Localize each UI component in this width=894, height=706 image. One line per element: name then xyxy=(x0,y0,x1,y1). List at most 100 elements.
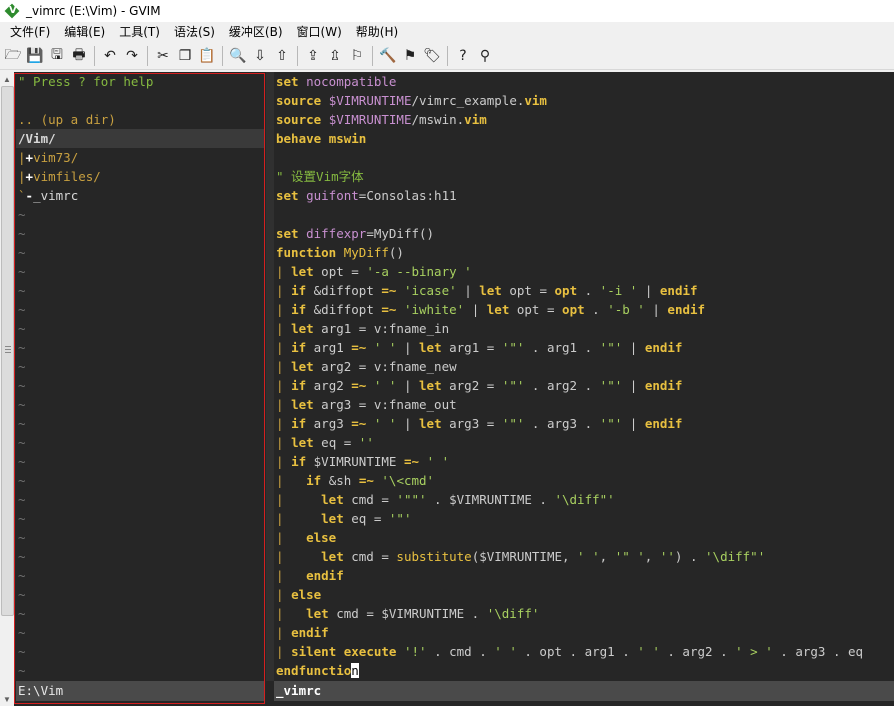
code-text: eq = xyxy=(343,511,389,526)
keyword-token: let xyxy=(321,511,344,526)
menu-item[interactable]: 文件(F) xyxy=(3,22,57,42)
copy-button[interactable]: ❐ xyxy=(174,45,196,67)
string-token: '" ' xyxy=(614,549,645,564)
find-replace-button[interactable]: 🔍 xyxy=(227,45,249,67)
empty-line-marker: ~ xyxy=(16,376,265,395)
keyword-token: if xyxy=(291,454,307,469)
help-hint: " Press ? for help xyxy=(16,72,265,91)
keyword-token: let xyxy=(291,321,314,336)
fold-bar: | xyxy=(276,549,322,564)
redo-icon: ↷ xyxy=(126,47,138,64)
vertical-scrollbar[interactable]: ▲ ▼ xyxy=(0,72,14,706)
keyword-token: endif xyxy=(659,283,698,298)
empty-line-marker: ~ xyxy=(16,262,265,281)
menu-item[interactable]: 工具(T) xyxy=(112,22,167,42)
print-button[interactable]: 🖶 xyxy=(68,45,90,67)
shell-button[interactable]: ⚑ xyxy=(399,45,421,67)
code-line[interactable]: source $VIMRUNTIME/mswin.vim xyxy=(274,110,894,129)
tree-item[interactable]: |+vim73/ xyxy=(16,148,265,167)
code-text: =MyDiff() xyxy=(366,226,435,241)
code-line[interactable] xyxy=(274,148,894,167)
code-line[interactable]: function MyDiff() xyxy=(274,243,894,262)
code-line[interactable]: | endif xyxy=(274,623,894,642)
code-line[interactable]: | else xyxy=(274,585,894,604)
code-line[interactable]: | else xyxy=(274,528,894,547)
empty-line-marker: ~ xyxy=(16,585,265,604)
code-line[interactable]: | if arg1 =~ ' ' | let arg1 = '"' . arg1… xyxy=(274,338,894,357)
code-line[interactable]: | endif xyxy=(274,566,894,585)
code-line[interactable]: | if arg3 =~ ' ' | let arg3 = '"' . arg3… xyxy=(274,414,894,433)
tree-item[interactable]: |+vimfiles/ xyxy=(16,167,265,186)
code-line[interactable]: | let cmd = $VIMRUNTIME . '\diff' xyxy=(274,604,894,623)
menu-item[interactable]: 帮助(H) xyxy=(349,22,405,42)
code-line[interactable]: | if $VIMRUNTIME =~ ' ' xyxy=(274,452,894,471)
paste-button[interactable]: 📋 xyxy=(196,45,218,67)
code-line[interactable]: | let eq = '"' xyxy=(274,509,894,528)
save-session-button[interactable]: ⇫ xyxy=(324,45,346,67)
fold-bar: | xyxy=(276,454,292,469)
run-script-button[interactable]: ⚐ xyxy=(346,45,368,67)
code-text: opt = xyxy=(313,264,367,279)
cut-button[interactable]: ✂ xyxy=(152,45,174,67)
keyword-token: if xyxy=(291,302,307,317)
toolbar-separator xyxy=(222,45,223,66)
load-session-button[interactable]: ⇪ xyxy=(302,45,324,67)
code-line[interactable]: | let opt = '-a --binary ' xyxy=(274,262,894,281)
code-line[interactable]: " 设置Vim字体 xyxy=(274,167,894,186)
code-line[interactable]: | let arg3 = v:fname_out xyxy=(274,395,894,414)
code-line[interactable]: set guifont=Consolas:h11 xyxy=(274,186,894,205)
up-dir-item[interactable]: .. (up a dir) xyxy=(16,110,265,129)
code-line[interactable]: | if &diffopt =~ 'icase' | let opt = opt… xyxy=(274,281,894,300)
tilde: ~ xyxy=(18,511,26,526)
code-line[interactable]: | if &diffopt =~ 'iwhite' | let opt = op… xyxy=(274,300,894,319)
code-line[interactable]: | silent execute '!' . cmd . ' ' . opt .… xyxy=(274,642,894,661)
tilde: ~ xyxy=(18,473,26,488)
code-line[interactable]: endfunction xyxy=(274,661,894,680)
redo-button[interactable]: ↷ xyxy=(121,45,143,67)
window-split-separator[interactable] xyxy=(266,72,274,681)
code-line[interactable]: | let cmd = '""' . $VIMRUNTIME . '\diff"… xyxy=(274,490,894,509)
code-line[interactable]: behave mswin xyxy=(274,129,894,148)
find-help-button[interactable]: ⚲ xyxy=(474,45,496,67)
code-text: arg2 = v:fname_new xyxy=(313,359,457,374)
menu-item[interactable]: 语法(S) xyxy=(167,22,222,42)
text-cursor: n xyxy=(351,663,359,678)
string-token: '\diff"' xyxy=(705,549,766,564)
undo-button[interactable]: ↶ xyxy=(99,45,121,67)
save-button[interactable]: 💾 xyxy=(24,45,46,67)
code-line[interactable]: | if arg2 =~ ' ' | let arg2 = '"' . arg2… xyxy=(274,376,894,395)
code-editor-pane[interactable]: set nocompatible source $VIMRUNTIME/vimrc… xyxy=(274,72,894,681)
menu-item[interactable]: 缓冲区(B) xyxy=(222,22,290,42)
code-line[interactable]: source $VIMRUNTIME/vimrc_example.vim xyxy=(274,91,894,110)
scroll-up-arrow-icon[interactable]: ▲ xyxy=(0,72,14,86)
make-button[interactable]: 🔨 xyxy=(377,45,399,67)
open-button[interactable]: 🗁 xyxy=(2,45,24,67)
find-next-button[interactable]: ⇩ xyxy=(249,45,271,67)
code-text: | xyxy=(622,378,645,393)
fold-bar: | xyxy=(276,397,292,412)
keyword-token: endif xyxy=(667,302,706,317)
tag-jump-button[interactable]: 🏷 xyxy=(421,45,443,67)
keyword-token: behave xyxy=(276,131,322,146)
scroll-down-arrow-icon[interactable]: ▼ xyxy=(0,692,14,706)
find-prev-button[interactable]: ⇧ xyxy=(271,45,293,67)
code-line[interactable]: | let arg1 = v:fname_in xyxy=(274,319,894,338)
current-dir-item[interactable]: /Vim/ xyxy=(16,129,265,148)
code-line[interactable]: | let eq = '' xyxy=(274,433,894,452)
command-line[interactable] xyxy=(16,701,894,706)
tree-item[interactable]: `-_vimrc xyxy=(16,186,265,205)
find-prev-icon: ⇧ xyxy=(276,47,288,64)
code-line[interactable]: | let cmd = substitute($VIMRUNTIME, ' ',… xyxy=(274,547,894,566)
menu-item[interactable]: 窗口(W) xyxy=(290,22,349,42)
code-line[interactable]: set diffexpr=MyDiff() xyxy=(274,224,894,243)
help-button[interactable]: ? xyxy=(452,45,474,67)
menu-item[interactable]: 编辑(E) xyxy=(57,22,112,42)
save-all-button[interactable]: 🖫 xyxy=(46,45,68,67)
scrollbar-thumb[interactable] xyxy=(1,86,14,616)
tilde: ~ xyxy=(18,321,26,336)
code-line[interactable]: | if &sh =~ '\<cmd' xyxy=(274,471,894,490)
nerdtree-file-explorer[interactable]: " Press ? for help .. (up a dir)/Vim/|+v… xyxy=(16,72,265,681)
code-line[interactable]: set nocompatible xyxy=(274,72,894,91)
code-line[interactable]: | let arg2 = v:fname_new xyxy=(274,357,894,376)
code-line[interactable] xyxy=(274,205,894,224)
